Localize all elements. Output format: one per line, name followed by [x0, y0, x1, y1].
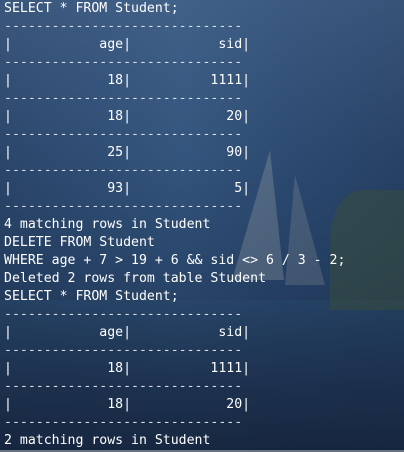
table-divider: ------------------------------ — [4, 91, 243, 106]
table-divider: ------------------------------ — [4, 199, 243, 214]
table-divider: ------------------------------ — [4, 55, 243, 70]
table-row: | 18| 20| — [4, 109, 251, 124]
table-row: | 18| 20| — [4, 397, 251, 412]
terminal-command-line: DELETE FROM Student — [4, 235, 155, 250]
table-divider: ------------------------------ — [4, 415, 243, 430]
table-divider: ------------------------------ — [4, 379, 243, 394]
table-header-row: | age| sid| — [4, 325, 251, 340]
table-divider: ------------------------------ — [4, 307, 243, 322]
terminal-command-line: SELECT * FROM Student; — [4, 1, 179, 16]
table-divider: ------------------------------ — [4, 343, 243, 358]
terminal-status-line: 2 matching rows in Student — [4, 433, 211, 448]
table-row: | 93| 5| — [4, 181, 251, 196]
table-divider: ------------------------------ — [4, 127, 243, 142]
table-header-row: | age| sid| — [4, 37, 251, 52]
terminal-status-line: Deleted 2 rows from table Student — [4, 271, 267, 286]
table-divider: ------------------------------ — [4, 19, 243, 34]
terminal-output[interactable]: SELECT * FROM Student; ------------------… — [0, 0, 404, 452]
table-divider: ------------------------------ — [4, 163, 243, 178]
table-row: | 18| 1111| — [4, 361, 251, 376]
table-row: | 18| 1111| — [4, 73, 251, 88]
terminal-command-line: SELECT * FROM Student; — [4, 289, 179, 304]
table-row: | 25| 90| — [4, 145, 251, 160]
terminal-command-line: WHERE age + 7 > 19 + 6 && sid <> 6 / 3 -… — [4, 253, 346, 268]
terminal-status-line: 4 matching rows in Student — [4, 217, 211, 232]
